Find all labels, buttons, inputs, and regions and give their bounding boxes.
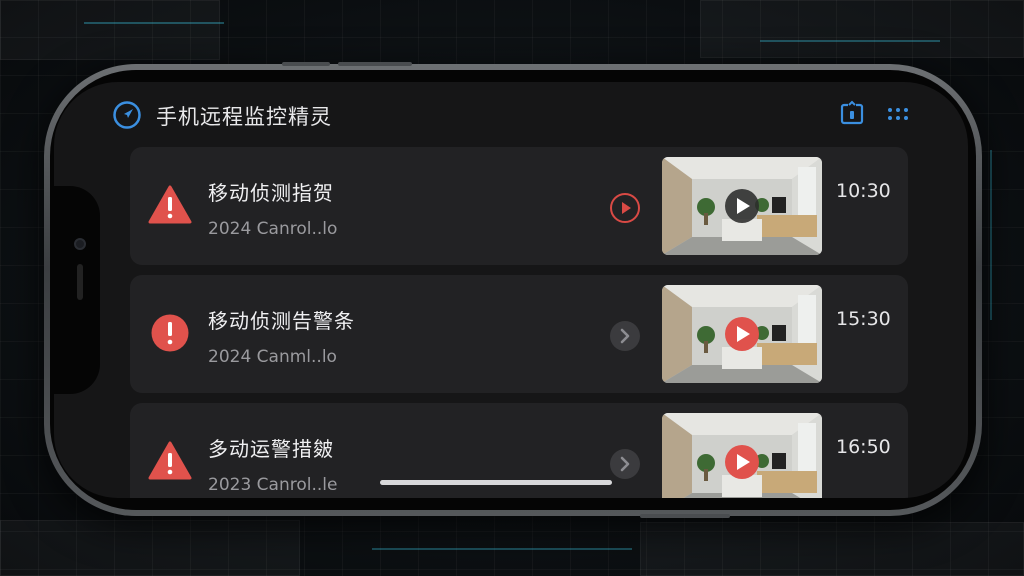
event-card[interactable]: 移动侦测指贺 2024 Canrol..lo 10:30	[130, 147, 908, 265]
event-time: 10:30	[836, 180, 891, 202]
app-title: 手机远程监控精灵	[156, 105, 332, 129]
event-title: 多动运警措皴	[208, 437, 334, 461]
open-button[interactable]	[610, 449, 640, 479]
navigation-icon[interactable]	[112, 100, 142, 130]
video-thumbnail[interactable]	[662, 413, 822, 498]
grid-menu-icon[interactable]	[884, 100, 912, 128]
background-panel	[700, 0, 1024, 58]
open-button[interactable]	[610, 321, 640, 351]
event-card[interactable]: 移动侦测告警条 2024 Canml..lo 15:30	[130, 275, 908, 393]
volume-button	[282, 62, 330, 66]
background-panel	[0, 0, 220, 60]
chevron-right-icon	[620, 456, 630, 472]
warning-triangle-icon	[148, 441, 192, 480]
home-indicator[interactable]	[380, 480, 612, 485]
office-scene-image	[662, 285, 822, 383]
earpiece-speaker	[77, 264, 83, 300]
play-icon	[622, 202, 631, 214]
video-thumbnail[interactable]	[662, 157, 822, 255]
background-panel	[0, 520, 300, 576]
event-title: 移动侦测指贺	[208, 181, 334, 205]
event-date: 2024 Canml..lo	[208, 347, 337, 367]
alert-circle-icon	[151, 314, 189, 352]
app-header: 手机远程监控精灵	[112, 96, 912, 132]
office-scene-image	[662, 157, 822, 255]
event-time: 15:30	[836, 308, 891, 330]
phone-notch	[54, 186, 100, 394]
background-glow-line	[760, 40, 940, 42]
play-button[interactable]	[610, 193, 640, 223]
event-date: 2024 Canrol..lo	[208, 219, 338, 239]
video-thumbnail[interactable]	[662, 285, 822, 383]
event-title: 移动侦测告警条	[208, 309, 355, 333]
background-glow-line	[990, 150, 992, 320]
phone-screen: 手机远程监控精灵 移动侦测指贺 2024 Canrol..lo 10:30 移动…	[54, 82, 968, 498]
screen-capture-icon[interactable]	[838, 100, 866, 128]
event-time: 16:50	[836, 436, 891, 458]
power-button	[640, 514, 730, 518]
warning-triangle-icon	[148, 185, 192, 224]
office-scene-image	[662, 413, 822, 498]
volume-button	[338, 62, 412, 66]
front-camera	[74, 238, 86, 250]
background-glow-line	[372, 548, 632, 550]
background-glow-line	[84, 22, 224, 24]
background-panel	[640, 522, 1024, 576]
chevron-right-icon	[620, 328, 630, 344]
event-date: 2023 Canrol..le	[208, 475, 338, 495]
